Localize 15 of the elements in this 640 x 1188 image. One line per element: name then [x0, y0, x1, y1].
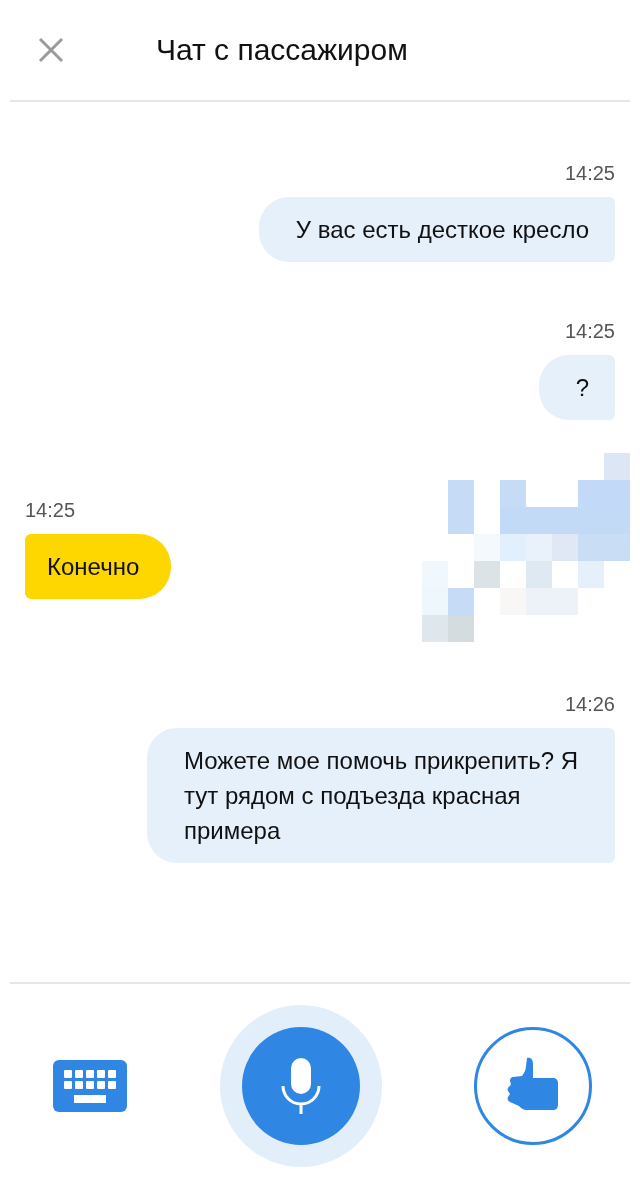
close-icon: [38, 37, 64, 63]
keyboard-button[interactable]: [52, 1058, 128, 1114]
message-time: 14:25: [25, 499, 76, 522]
chat-title: Чат с пассажиром: [156, 33, 408, 67]
thumbs-up-button[interactable]: [474, 1027, 592, 1145]
message-time: 14:26: [564, 693, 615, 716]
message-bubble: Конечно: [25, 534, 172, 599]
message-time: 14:25: [564, 162, 615, 185]
close-button[interactable]: [38, 37, 64, 63]
message-bubble: ?: [538, 355, 615, 420]
message-bubble: Можете мое помочь прикрепить? Я тут рядом с подъезда красная примера: [147, 728, 615, 863]
message-time: 14:25: [564, 320, 615, 343]
keyboard-icon: [53, 1060, 127, 1112]
microphone-icon: [280, 1056, 322, 1116]
message-bubble: У вас есть десткое кресло: [258, 197, 615, 262]
